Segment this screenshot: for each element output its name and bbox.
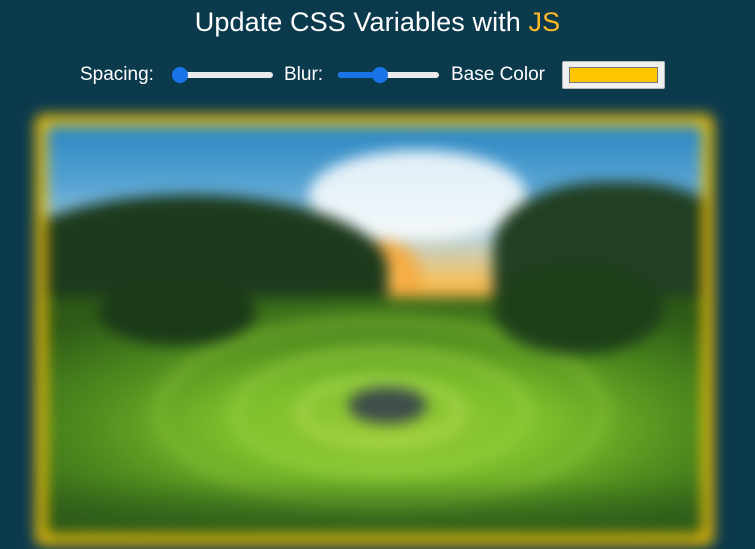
title-text: Update CSS Variables with	[194, 7, 529, 37]
page: Update CSS Variables with JS Spacing: Bl…	[0, 0, 755, 549]
spacing-slider[interactable]	[172, 67, 273, 83]
slider-thumb[interactable]	[372, 67, 388, 83]
slider-thumb[interactable]	[172, 67, 188, 83]
blur-slider[interactable]	[338, 67, 439, 83]
spacing-label: Spacing:	[80, 64, 154, 85]
image-frame	[36, 115, 713, 545]
title-highlight: JS	[528, 7, 561, 37]
controls-bar: Spacing: Blur: Base Color	[0, 60, 755, 90]
page-title: Update CSS Variables with JS	[0, 7, 755, 38]
landscape-photo	[46, 125, 703, 535]
color-swatch	[569, 67, 658, 83]
base-color-picker[interactable]	[562, 61, 665, 89]
base-color-label: Base Color	[451, 64, 545, 85]
image-border	[36, 115, 713, 545]
blur-label: Blur:	[284, 64, 324, 85]
